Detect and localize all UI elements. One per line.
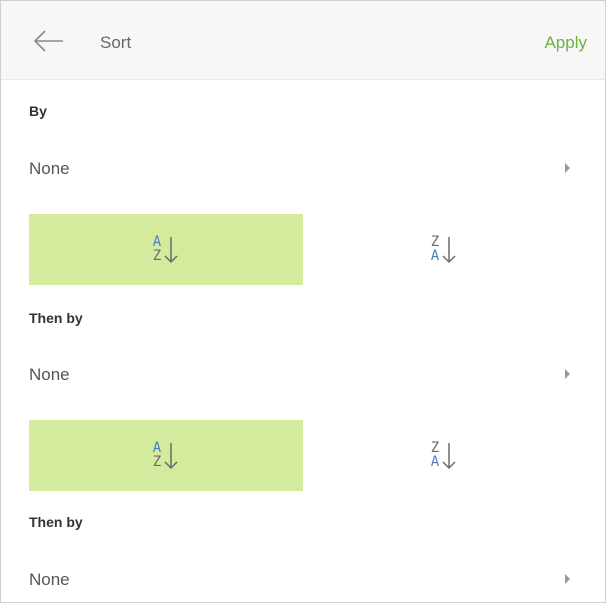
- sort-field-select-1[interactable]: None: [1, 143, 605, 195]
- arrow-left-icon: [33, 30, 63, 52]
- select-value: None: [29, 365, 70, 384]
- sort-field-select-3[interactable]: None: [1, 554, 605, 602]
- sort-a-z-icon: A Z: [151, 440, 181, 472]
- section-label-then-by-1: Then by: [29, 310, 83, 326]
- back-button[interactable]: [27, 26, 67, 58]
- sort-icon-top-letter: Z: [430, 233, 440, 250]
- section-label-by: By: [29, 103, 47, 119]
- sort-icon-top-letter: A: [152, 233, 162, 250]
- section-label-then-by-2: Then by: [29, 514, 83, 530]
- sort-icon-top-letter: Z: [430, 439, 440, 456]
- sort-field-select-2[interactable]: None: [1, 349, 605, 401]
- arrow-down-icon: [442, 442, 456, 469]
- sort-screen: Sort Apply By None A Z Z A Then by None: [0, 0, 606, 603]
- sort-icon-top-letter: A: [152, 439, 162, 456]
- chevron-right-icon: [565, 163, 570, 173]
- chevron-right-icon: [565, 574, 570, 584]
- select-value: None: [29, 159, 70, 178]
- arrow-down-icon: [164, 236, 178, 263]
- page-title: Sort: [100, 33, 132, 52]
- sort-a-z-icon: A Z: [151, 234, 181, 266]
- select-value: None: [29, 570, 70, 589]
- sort-icon-bottom-letter: Z: [152, 247, 162, 264]
- sort-icon-bottom-letter: Z: [152, 453, 162, 470]
- sort-z-a-icon: Z A: [429, 440, 459, 472]
- header-bar: Sort Apply: [1, 1, 605, 80]
- sort-z-a-icon: Z A: [429, 234, 459, 266]
- sort-icon-bottom-letter: A: [430, 453, 440, 470]
- sort-descending-toggle-2[interactable]: Z A: [307, 420, 581, 491]
- sort-icon-bottom-letter: A: [430, 247, 440, 264]
- sort-descending-toggle-1[interactable]: Z A: [307, 214, 581, 285]
- arrow-down-icon: [164, 442, 178, 469]
- arrow-down-icon: [442, 236, 456, 263]
- sort-ascending-toggle-2[interactable]: A Z: [29, 420, 303, 491]
- sort-ascending-toggle-1[interactable]: A Z: [29, 214, 303, 285]
- chevron-right-icon: [565, 369, 570, 379]
- apply-button[interactable]: Apply: [544, 33, 587, 53]
